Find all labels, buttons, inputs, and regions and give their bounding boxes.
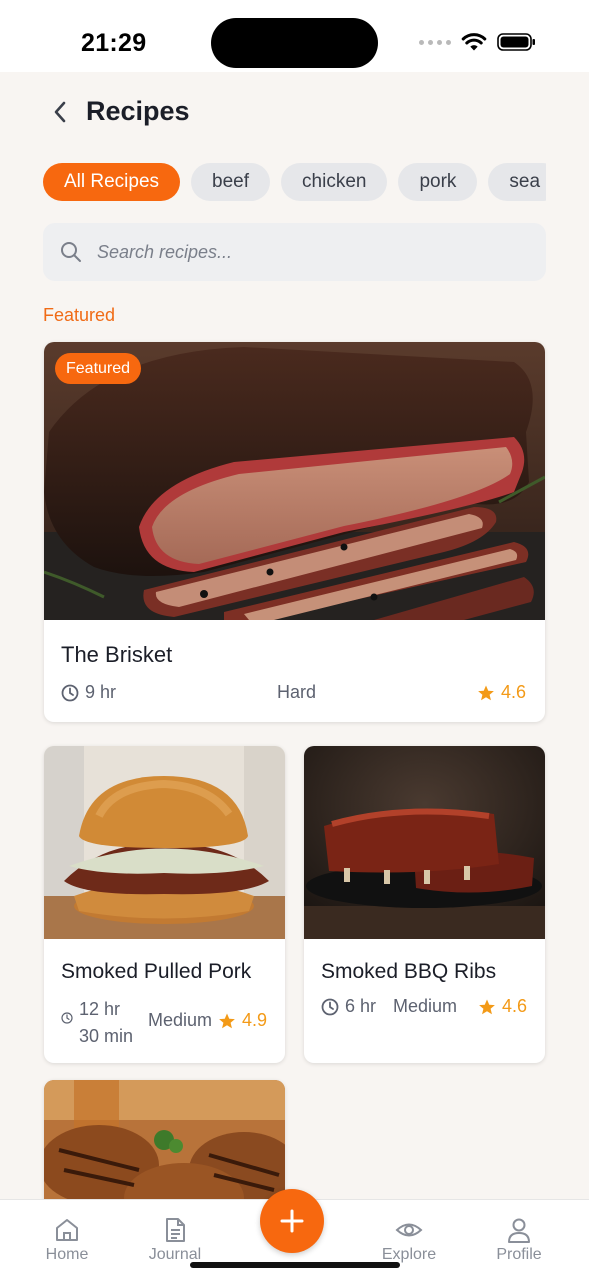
recipe-title: Smoked BBQ Ribs — [321, 960, 497, 983]
recipe-time-minutes: 30 min — [79, 1026, 134, 1046]
plus-icon — [280, 1209, 304, 1233]
recipe-time: 12 hr 30 min — [61, 996, 133, 1050]
bbq-ribs-image — [304, 746, 545, 939]
recipe-card-pulled-pork[interactable]: Smoked Pulled Pork 12 hr 30 min Medium 4… — [44, 746, 285, 1063]
clock-icon — [61, 1012, 73, 1024]
featured-badge: Featured — [55, 353, 142, 384]
recipe-rating-value: 4.9 — [242, 1010, 268, 1030]
search-icon — [61, 242, 81, 262]
filter-chip-seafood[interactable]: sea — [488, 163, 546, 201]
recipe-time: 6 hr — [321, 996, 376, 1017]
nav-home-label: Home — [45, 1246, 89, 1263]
chevron-left-icon — [54, 101, 66, 123]
filter-chip-chicken[interactable]: chicken — [281, 163, 388, 201]
star-icon — [219, 1013, 235, 1028]
section-label-featured: Featured — [43, 305, 116, 325]
recipe-rating: 4.9 — [218, 1010, 267, 1031]
signal-icon — [419, 39, 451, 45]
dynamic-island — [211, 18, 378, 68]
pulled-pork-image — [44, 746, 285, 939]
recipe-card-bbq-ribs[interactable]: Smoked BBQ Ribs 6 hr Medium 4.6 — [304, 746, 545, 1063]
add-recipe-button[interactable] — [260, 1189, 324, 1253]
nav-explore[interactable]: Explore — [364, 1216, 454, 1264]
home-indicator — [190, 1262, 400, 1268]
recipe-title: Smoked Pulled Pork — [61, 960, 252, 983]
recipe-rating-value: 4.6 — [502, 996, 528, 1016]
eye-icon — [395, 1223, 423, 1237]
star-icon — [479, 999, 495, 1014]
clock-icon — [321, 998, 339, 1015]
recipe-rating: 4.6 — [477, 682, 526, 703]
status-bar: 21:29 — [0, 0, 589, 72]
status-icons — [419, 32, 537, 52]
recipe-time-value: 9 hr — [85, 682, 117, 702]
profile-icon — [508, 1218, 530, 1243]
clock-icon — [61, 684, 79, 701]
recipe-difficulty: Medium — [148, 1010, 213, 1030]
nav-profile-label: Profile — [496, 1246, 542, 1263]
journal-icon — [166, 1218, 185, 1242]
recipe-title: The Brisket — [61, 642, 173, 667]
nav-profile[interactable]: Profile — [474, 1216, 564, 1264]
battery-icon — [497, 33, 535, 51]
recipe-time-hours: 12 hr — [79, 999, 121, 1019]
filter-chip-all-recipes[interactable]: All Recipes — [43, 163, 181, 201]
nav-home[interactable]: Home — [22, 1216, 112, 1264]
recipe-rating-value: 4.6 — [501, 682, 527, 702]
nav-journal[interactable]: Journal — [130, 1216, 220, 1264]
recipe-difficulty: Medium — [393, 996, 458, 1016]
recipe-rating: 4.6 — [478, 996, 527, 1017]
search-bar[interactable] — [43, 223, 546, 281]
category-filter-bar[interactable]: All Recipes beef chicken pork sea — [43, 163, 546, 201]
filter-chip-beef[interactable]: beef — [191, 163, 271, 201]
status-time: 21:29 — [81, 29, 147, 57]
filter-chip-pork[interactable]: pork — [398, 163, 478, 201]
back-button[interactable] — [44, 96, 76, 128]
wifi-icon — [461, 33, 487, 51]
featured-recipe-card[interactable]: Featured The Brisket 9 hr Hard 4.6 — [44, 342, 545, 722]
header: Recipes — [0, 72, 589, 154]
page-title: Recipes — [86, 96, 190, 126]
recipe-time: 9 hr — [61, 682, 116, 703]
star-icon — [478, 685, 494, 700]
home-icon — [56, 1219, 78, 1241]
recipe-difficulty: Hard — [277, 682, 317, 702]
recipe-time-value: 6 hr — [345, 996, 377, 1016]
search-input[interactable] — [97, 241, 497, 263]
